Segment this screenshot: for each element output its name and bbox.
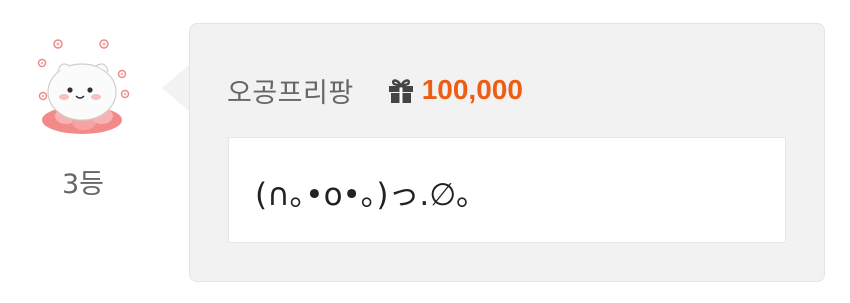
speech-bubble-tail <box>162 64 190 112</box>
message-box: (∩｡•o•｡)っ.∅｡ <box>228 137 786 243</box>
gift-icon <box>388 79 413 103</box>
avatar[interactable] <box>30 30 136 140</box>
message-text: (∩｡•o•｡)っ.∅｡ <box>255 176 472 213</box>
donation-amount: 100,000 <box>421 74 523 105</box>
rank-label: 3등 <box>61 169 105 200</box>
avatar-character-icon <box>37 39 130 134</box>
donation-header: 오공프리팡 100,000 <box>227 70 523 110</box>
username[interactable]: 오공프리팡 <box>227 71 354 110</box>
donation-entry: 3등 오공프리팡 100,000 (∩｡•o•｡)っ.∅｡ <box>0 0 850 303</box>
